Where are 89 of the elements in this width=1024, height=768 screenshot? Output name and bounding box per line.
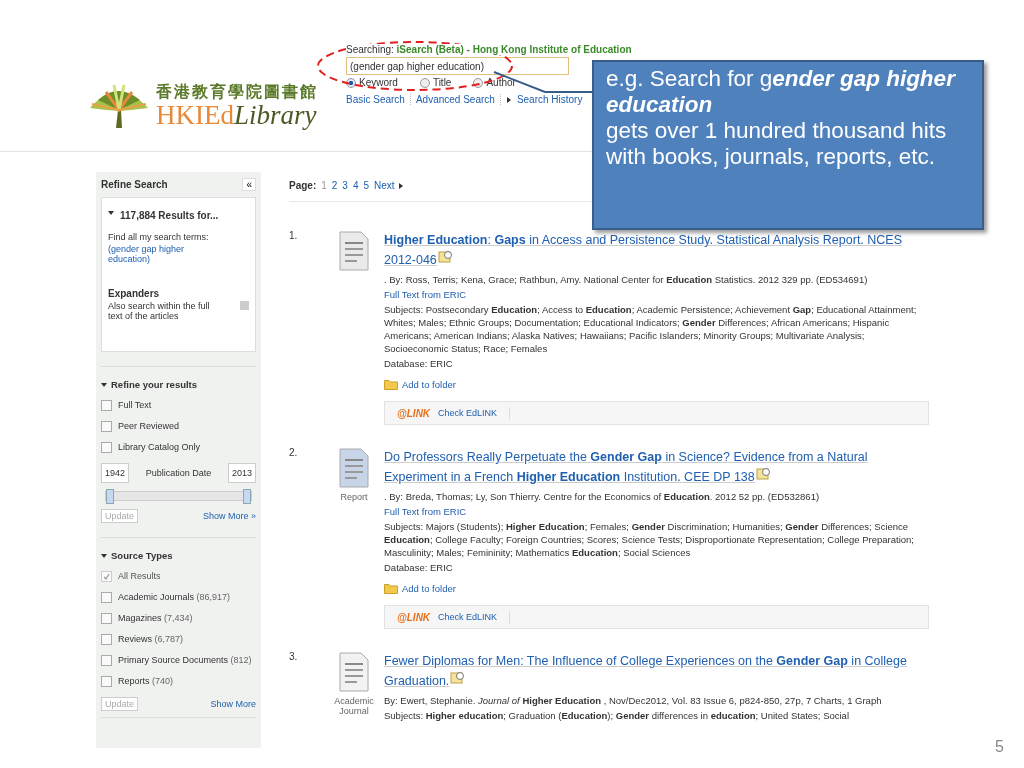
result-title[interactable]: Do Professors Really Perpetuate the Gender Gap in Science? Evidence from a Natural Experiment in a French Higher Education Institution. CEE DP 138 — [384, 447, 929, 487]
result-meta: By: Ewert, Stephanie. Journal of Higher Education , Nov/Dec2012, Vol. 83 Issue 6, p824-850, 27p, 7 Charts, 1 Graph — [384, 694, 883, 707]
document-icon — [337, 230, 371, 272]
searching-label: Searching: iSearch (Beta) - Hong Kong Institute of Education — [346, 44, 632, 55]
results-count: 117,884 Results for... — [120, 210, 219, 221]
search-option[interactable]: Keyword — [346, 77, 398, 88]
checkbox[interactable] — [101, 400, 112, 411]
check-edlink-link[interactable]: Check EdLINK — [438, 610, 511, 624]
filter-option[interactable]: Academic Journals (86,917) — [118, 592, 231, 602]
document-icon — [337, 447, 371, 489]
date-from-field[interactable]: 1942 — [101, 463, 130, 483]
query-link[interactable]: (gender gap higher education) — [108, 244, 218, 264]
search-link[interactable]: Advanced Search — [415, 94, 495, 105]
result-database: Database: ERIC — [384, 357, 454, 370]
expander-label: Also search within the full text of the articles — [108, 301, 211, 321]
search-option[interactable]: Author — [473, 77, 516, 88]
result-type: Report — [339, 492, 369, 502]
result-subjects: Subjects: Postsecondary Education; Access to Education; Academic Persistence; Achievement Gap; Educational Attainment; Whites; Males; Ethnic Groups; Documentation; Educational Indicators; Gender Differences; African Americans; Hispanic Americans; American Indians; Alaska Natives; Hawaiians; Pacific Islanders; Minority Groups; Multivariate Analysis; Socioeconomic Status; Race; Females — [384, 303, 918, 355]
date-slider[interactable] — [105, 491, 252, 501]
collapse-caret-icon — [108, 210, 114, 216]
checkbox[interactable] — [101, 592, 112, 603]
result-meta: . By: Ross, Terris; Kena, Grace; Rathbun, Amy. National Center for Education Statistics. 2012 329 pp. (ED534691) — [384, 273, 869, 286]
preview-magnifier-icon[interactable] — [450, 671, 467, 684]
add-to-folder-link[interactable]: Add to folder — [384, 582, 929, 595]
full-text-link[interactable]: Full Text from ERIC — [384, 505, 929, 518]
page-link[interactable]: 4 — [352, 180, 359, 191]
callout-text: gets over 1 hundred thousand hits with books, journals, reports, etc. — [606, 118, 948, 170]
section-title[interactable]: Refine your results — [111, 379, 198, 390]
page-link[interactable]: 2 — [331, 180, 338, 191]
result-subjects: Subjects: Higher education; Graduation (Education); Gender differences in education; United States; Social — [384, 709, 850, 722]
checkbox[interactable] — [101, 676, 112, 687]
filter-option[interactable]: Reports (740) — [118, 676, 174, 686]
result-number: 3. — [289, 651, 299, 664]
slide-number: 5 — [995, 738, 1004, 756]
result-number: 2. — [289, 447, 299, 460]
expander-checkbox[interactable] — [240, 301, 249, 310]
logo-library: Library — [234, 102, 317, 128]
result-database: Database: ERIC — [384, 561, 454, 574]
search-field[interactable]: (gender gap higher education) — [346, 57, 569, 75]
filter-option[interactable]: Reviews (6,787) — [118, 634, 184, 644]
logo-brand: HKIEd — [156, 102, 234, 128]
collapse-caret-icon — [101, 552, 107, 559]
document-icon — [337, 651, 371, 693]
find-label: Find all my search terms: — [108, 232, 210, 242]
search-option[interactable]: Title — [419, 77, 452, 88]
section-title[interactable]: Source Types — [111, 550, 173, 561]
add-to-folder-link[interactable]: Add to folder — [384, 378, 929, 391]
search-link[interactable]: Basic Search — [346, 94, 405, 105]
filter-option[interactable]: Primary Source Documents (812) — [118, 655, 252, 665]
edlink-logo: @LINK — [397, 610, 431, 624]
show-more-link[interactable]: Show More — [210, 699, 256, 709]
next-link[interactable]: Next — [374, 180, 404, 191]
check-icon — [103, 573, 110, 580]
page-link[interactable]: 3 — [342, 180, 348, 191]
page-link[interactable]: 5 — [363, 180, 370, 191]
page-label: Page: — [289, 180, 317, 191]
show-more-link[interactable]: Show More » — [202, 511, 256, 521]
folder-icon — [384, 583, 398, 594]
search-link[interactable]: Search History — [516, 94, 583, 105]
arrow-icon — [505, 96, 512, 103]
result-title[interactable]: Higher Education: Gaps in Access and Persistence Study. Statistical Analysis Report. NCES 2012-046 — [384, 230, 929, 270]
filter-option[interactable]: Library Catalog Only — [118, 442, 201, 452]
arrow-icon — [397, 182, 404, 189]
date-to-field[interactable]: 2013 — [227, 463, 256, 483]
sidebar-title: Refine Search — [101, 179, 168, 190]
result-subjects: Subjects: Majors (Students); Higher Education; Females; Gender Discrimination; Humanities; Gender Differences; Science Education; College Faculty; Foreign Countries; Scores; Science Tests; Disproportionate Representation; College Preparation; Masculinity; Males; Femininity; Mathematics Education; Social Sciences — [384, 520, 915, 559]
expanders-title: Expanders — [108, 288, 161, 299]
collapse-button[interactable]: « — [242, 178, 256, 191]
folder-icon — [384, 379, 398, 390]
checkbox[interactable] — [101, 655, 112, 666]
preview-magnifier-icon[interactable] — [437, 250, 454, 263]
library-name-chinese: 香港教育學院圖書館 — [156, 82, 318, 102]
full-text-link[interactable]: Full Text from ERIC — [384, 288, 929, 301]
result-title[interactable]: Fewer Diplomas for Men: The Influence of College Experiences on the Gender Gap in College Graduation. — [384, 651, 929, 691]
filter-option[interactable]: Full Text — [118, 400, 152, 410]
checkbox[interactable] — [101, 442, 112, 453]
check-edlink-link[interactable]: Check EdLINK — [438, 406, 511, 420]
date-label: Publication Date — [145, 468, 212, 478]
checkbox[interactable] — [101, 613, 112, 624]
checkbox[interactable] — [101, 634, 112, 645]
filter-option[interactable]: Peer Reviewed — [118, 421, 180, 431]
edlink-logo: @LINK — [397, 406, 431, 420]
preview-magnifier-icon[interactable] — [755, 467, 772, 480]
collapse-caret-icon — [101, 381, 107, 388]
result-meta: . By: Breda, Thomas; Ly, Son Thierry. Centre for the Economics of Education. 2012 52 pp. (ED532861) — [384, 490, 821, 503]
checkbox[interactable] — [101, 421, 112, 432]
result-number: 1. — [289, 230, 299, 243]
result-type: Academic Journal — [333, 696, 375, 716]
filter-option[interactable]: Magazines (7,434) — [118, 613, 193, 623]
